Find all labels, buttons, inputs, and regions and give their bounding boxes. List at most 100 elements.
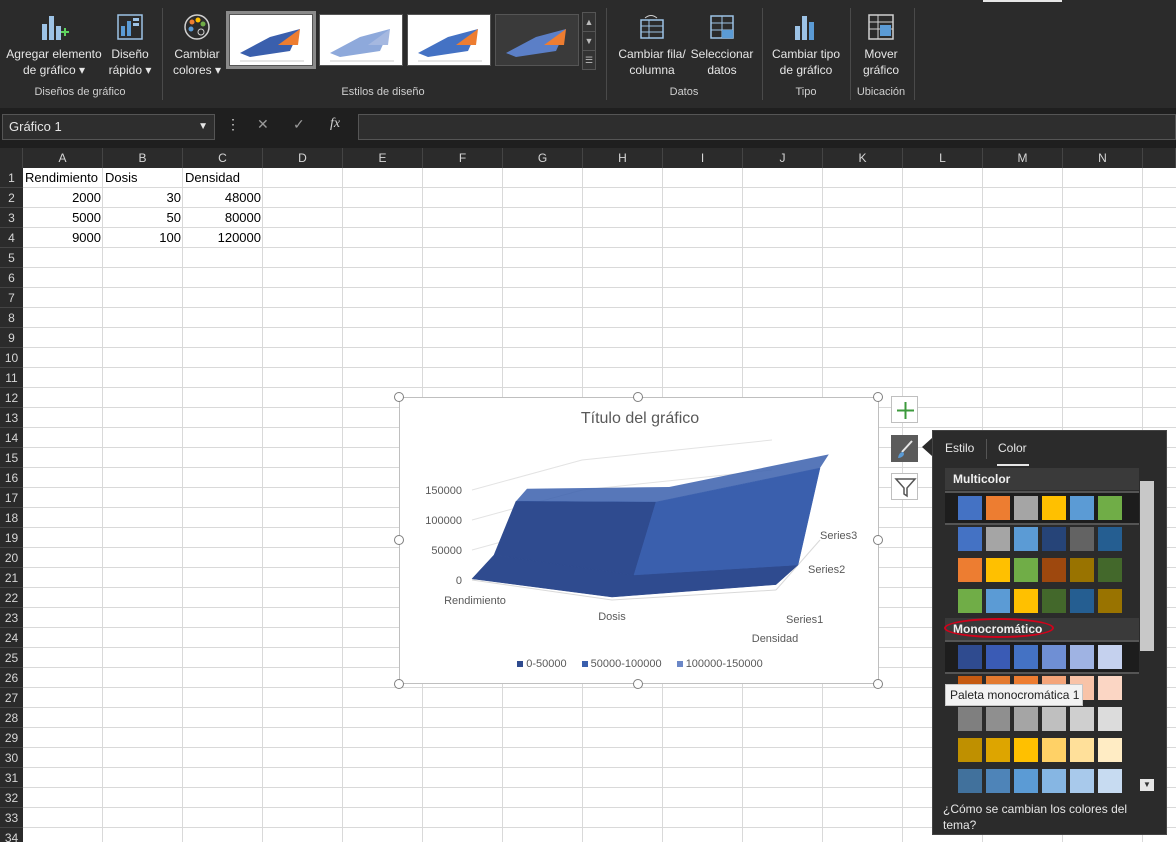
gallery-up-icon[interactable]: ▲ (583, 13, 595, 32)
change-colors-button[interactable]: Cambiar colores ▾ (170, 12, 224, 78)
cell-C3[interactable]: 80000 (183, 208, 263, 228)
quick-layout-button[interactable]: Diseño rápido ▾ (104, 12, 156, 78)
chart-object[interactable]: Título del gráfico 150000 100000 50000 0 Ren… (399, 397, 879, 684)
row-header-10[interactable]: 10 (0, 348, 23, 368)
monochrome-palette-3[interactable] (945, 704, 1139, 734)
styles-gallery-scroll[interactable]: ▲ ▼ ☰ (582, 12, 596, 70)
insert-function-icon[interactable]: fx (330, 116, 340, 132)
legend-item-2[interactable]: 50000-100000 (581, 658, 662, 670)
row-header-3[interactable]: 3 (0, 208, 23, 228)
resize-handle-l[interactable] (394, 535, 404, 545)
switch-row-column-button[interactable]: Cambiar fila/ columna (614, 12, 690, 78)
row-header-29[interactable]: 29 (0, 728, 23, 748)
palette-scrollbar[interactable]: ▼ (1140, 471, 1154, 793)
column-header-L[interactable]: L (903, 148, 983, 168)
column-header-A[interactable]: A (23, 148, 103, 168)
chart-style-3[interactable] (407, 14, 491, 66)
row-header-9[interactable]: 9 (0, 328, 23, 348)
resize-handle-tl[interactable] (394, 392, 404, 402)
chart-elements-button[interactable] (891, 396, 918, 423)
chart-filters-button[interactable] (891, 473, 918, 500)
cell-A3[interactable]: 5000 (23, 208, 103, 228)
monochrome-palette-1[interactable] (945, 640, 1139, 674)
select-data-button[interactable]: Seleccionar datos (688, 12, 756, 78)
column-header-I[interactable]: I (663, 148, 743, 168)
name-box-dropdown-icon[interactable]: ▼ (198, 115, 208, 139)
row-header-28[interactable]: 28 (0, 708, 23, 728)
select-all-corner[interactable] (0, 148, 23, 168)
column-header-F[interactable]: F (423, 148, 503, 168)
resize-handle-b[interactable] (633, 679, 643, 689)
row-header-11[interactable]: 11 (0, 368, 23, 388)
gallery-more-icon[interactable]: ☰ (583, 51, 595, 70)
add-chart-element-button[interactable]: Agregar elemento de gráfico ▾ (4, 12, 104, 78)
multicolor-palette-1[interactable] (945, 491, 1139, 525)
cancel-icon[interactable]: ✕ (257, 116, 269, 133)
cell-B1[interactable]: Dosis (103, 168, 183, 188)
palette-scrollbar-thumb[interactable] (1140, 481, 1154, 651)
column-header-D[interactable]: D (263, 148, 343, 168)
row-header-20[interactable]: 20 (0, 548, 23, 568)
row-header-5[interactable]: 5 (0, 248, 23, 268)
monochrome-palette-4[interactable] (945, 735, 1139, 765)
column-header-J[interactable]: J (743, 148, 823, 168)
row-header-22[interactable]: 22 (0, 588, 23, 608)
resize-handle-r[interactable] (873, 535, 883, 545)
row-header-25[interactable]: 25 (0, 648, 23, 668)
column-header-partial[interactable] (1143, 148, 1176, 168)
tab-color[interactable]: Color (998, 441, 1027, 455)
row-header-12[interactable]: 12 (0, 388, 23, 408)
column-header-B[interactable]: B (103, 148, 183, 168)
row-header-32[interactable]: 32 (0, 788, 23, 808)
column-header-N[interactable]: N (1063, 148, 1143, 168)
formula-input[interactable] (358, 114, 1176, 140)
move-chart-button[interactable]: Mover gráfico (854, 12, 908, 78)
resize-handle-bl[interactable] (394, 679, 404, 689)
row-header-31[interactable]: 31 (0, 768, 23, 788)
row-header-30[interactable]: 30 (0, 748, 23, 768)
cell-C4[interactable]: 120000 (183, 228, 263, 248)
resize-handle-t[interactable] (633, 392, 643, 402)
chart-styles-button[interactable] (891, 435, 918, 462)
row-header-13[interactable]: 13 (0, 408, 23, 428)
row-header-15[interactable]: 15 (0, 448, 23, 468)
row-header-16[interactable]: 16 (0, 468, 23, 488)
chart-plot-area[interactable]: 150000 100000 50000 0 Rendimiento Dosis Densid… (400, 398, 880, 685)
cell-B2[interactable]: 30 (103, 188, 183, 208)
row-header-7[interactable]: 7 (0, 288, 23, 308)
cell-C2[interactable]: 48000 (183, 188, 263, 208)
resize-handle-tr[interactable] (873, 392, 883, 402)
change-chart-type-button[interactable]: Cambiar tipo de gráfico (768, 12, 844, 78)
legend-item-1[interactable]: 0-50000 (517, 658, 567, 670)
name-box[interactable]: Gráfico 1 ▼ (2, 114, 215, 140)
row-header-14[interactable]: 14 (0, 428, 23, 448)
multicolor-palette-3[interactable] (945, 555, 1139, 585)
legend-item-3[interactable]: 100000-150000 (676, 658, 763, 670)
help-link[interactable]: ¿Cómo se cambian los colores del tema? (943, 801, 1158, 833)
chart-style-1[interactable] (226, 11, 316, 69)
gallery-down-icon[interactable]: ▼ (583, 32, 595, 51)
row-header-8[interactable]: 8 (0, 308, 23, 328)
row-header-18[interactable]: 18 (0, 508, 23, 528)
column-header-K[interactable]: K (823, 148, 903, 168)
cell-A1[interactable]: Rendimiento (23, 168, 103, 188)
row-header-33[interactable]: 33 (0, 808, 23, 828)
tab-style[interactable]: Estilo (945, 441, 974, 455)
monochrome-palette-5[interactable] (945, 766, 1139, 793)
multicolor-palette-2[interactable] (945, 524, 1139, 554)
enter-icon[interactable]: ✓ (293, 116, 305, 133)
column-header-G[interactable]: G (503, 148, 583, 168)
row-header-19[interactable]: 19 (0, 528, 23, 548)
scroll-down-icon[interactable]: ▼ (1140, 779, 1154, 791)
row-header-23[interactable]: 23 (0, 608, 23, 628)
cell-B4[interactable]: 100 (103, 228, 183, 248)
row-header-34[interactable]: 34 (0, 828, 23, 842)
column-header-H[interactable]: H (583, 148, 663, 168)
row-header-2[interactable]: 2 (0, 188, 23, 208)
row-header-27[interactable]: 27 (0, 688, 23, 708)
row-header-24[interactable]: 24 (0, 628, 23, 648)
row-header-26[interactable]: 26 (0, 668, 23, 688)
chart-style-2[interactable] (319, 14, 403, 66)
cell-A4[interactable]: 9000 (23, 228, 103, 248)
column-header-E[interactable]: E (343, 148, 423, 168)
